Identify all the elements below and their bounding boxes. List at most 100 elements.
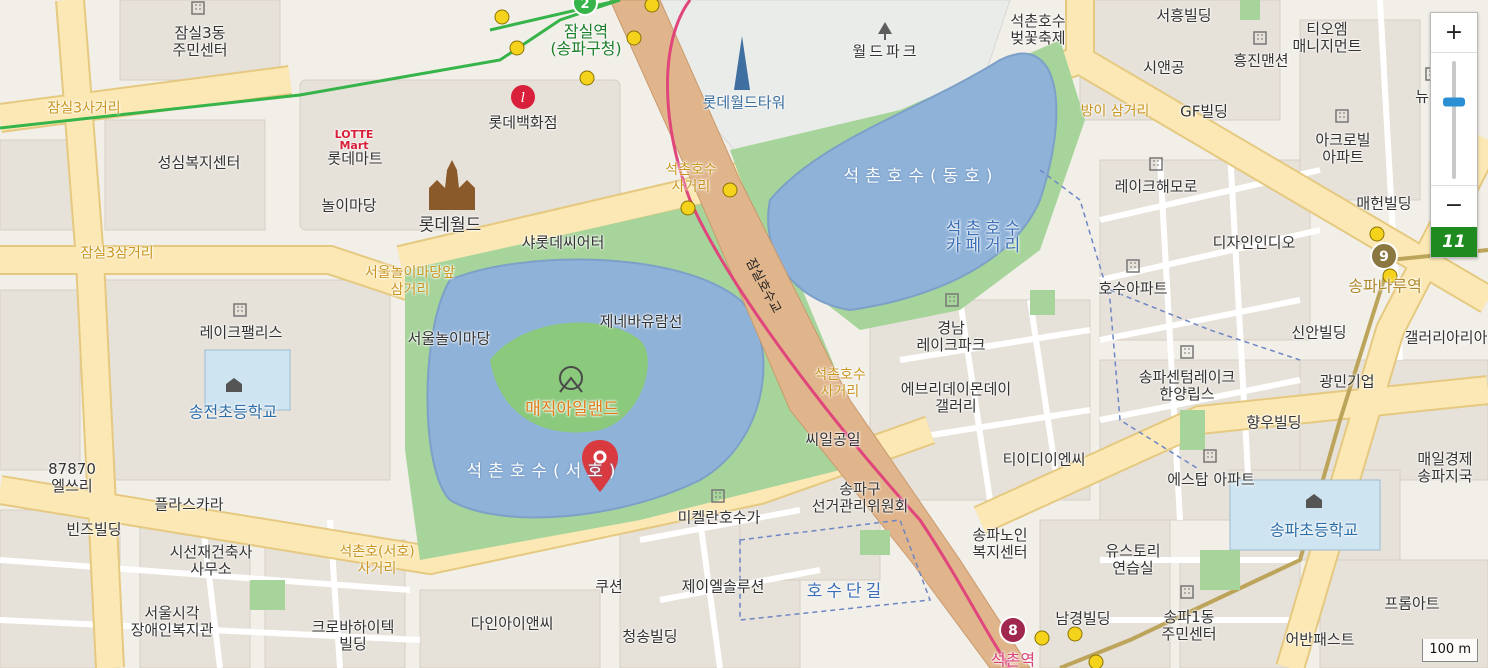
label-seokchon-west[interactable]: 석촌호(서호) 사거리 (339, 544, 414, 578)
label-lotte-mart-logo: LOTTE Mart (334, 128, 374, 152)
label-lake-west[interactable]: 석촌호수(서호) (466, 463, 621, 481)
label-prometh[interactable]: 프롬아트 (1384, 595, 1439, 613)
label-every[interactable]: 에브리데이몬데이 갤러리 (901, 381, 1011, 415)
label-jayel[interactable]: 제이엘솔루션 (682, 578, 765, 596)
building-icon (1180, 585, 1194, 599)
label-magic-island[interactable]: 매직아일랜드 (525, 401, 619, 419)
station-9-marker[interactable]: 9 (1368, 240, 1400, 272)
zoom-out-button[interactable]: − (1431, 185, 1477, 225)
label-croba[interactable]: 크로바하이텍 빌딩 (312, 619, 395, 653)
label-charlotte[interactable]: 샤롯데씨어터 (522, 234, 605, 252)
building-icon (1126, 259, 1140, 273)
label-youstory[interactable]: 유스토리 연습실 (1105, 543, 1160, 577)
label-siangong[interactable]: 시앤공 (1143, 59, 1184, 77)
label-sisun[interactable]: 시선재건축사 사무소 (170, 544, 253, 578)
label-jamsil3dong[interactable]: 잠실3동 주민센터 (172, 25, 227, 59)
label-lotte-dept[interactable]: 롯데백화점 (488, 114, 557, 132)
label-heungjin[interactable]: 흥진맨션 (1233, 52, 1288, 70)
label-michelan[interactable]: 미켈란호수가 (678, 509, 761, 527)
label-lotte-world-tower[interactable]: 롯데월드타워 (703, 94, 786, 112)
label-gyeongnam[interactable]: 경남 레이크파크 (916, 320, 985, 354)
label-songpa-elder[interactable]: 송파노인 복지센터 (972, 527, 1027, 561)
building-icon (945, 293, 959, 307)
station-2-marker[interactable]: 2 (570, 0, 600, 18)
label-nolimadang-x[interactable]: 서울놀이마당앞 삼거리 (365, 265, 455, 299)
label-seoheung[interactable]: 서흥빌딩 (1156, 7, 1211, 25)
label-binz[interactable]: 빈즈빌딩 (66, 521, 121, 539)
label-dinai[interactable]: 다인아이앤씨 (471, 615, 554, 633)
building-icon (711, 489, 725, 503)
label-seokchon-station[interactable]: 석촌역 (991, 652, 1035, 668)
map-canvas[interactable]: 2 8 9 l 잠실3동 주민센터 잠실역 (송파구청) 롯데백화점 LOTTE… (0, 0, 1488, 668)
label-lotte-world[interactable]: 롯데월드 (419, 217, 482, 235)
label-hosu-danji[interactable]: 호수단길 (807, 583, 886, 601)
school-icon-2 (1306, 494, 1322, 508)
label-jamsil3-3[interactable]: 잠실3삼거리 (80, 246, 153, 263)
label-lake-east[interactable]: 석촌호수(동호) (843, 168, 998, 186)
label-lake-cafe[interactable]: 석촌호수 카페거리 (946, 221, 1025, 255)
label-plaskara[interactable]: 플라스카라 (154, 496, 223, 514)
label-jamsil3-4[interactable]: 잠실3사거리 (47, 101, 120, 118)
station-2-number: 2 (580, 0, 589, 12)
label-seokchon-south[interactable]: 석촌호수 사거리 (814, 367, 866, 401)
building-icon (1253, 31, 1267, 45)
zoom-slider-track[interactable] (1452, 61, 1456, 179)
label-elssuri[interactable]: 87870 엘쓰리 (48, 461, 96, 495)
building-icon (1203, 449, 1217, 463)
label-estop[interactable]: 에스탑 아파트 (1167, 471, 1255, 489)
label-lake-hemore[interactable]: 레이크해모로 (1115, 178, 1198, 196)
lotte-logo-icon: l (511, 85, 535, 109)
label-bangi[interactable]: 방이 삼거리 (1081, 104, 1150, 121)
label-seokchon-fest[interactable]: 석촌호수 벚꽃축제 (1010, 13, 1065, 47)
label-seoul-sigak[interactable]: 서울시각 장애인복지관 (131, 605, 214, 639)
label-seokchon-north[interactable]: 석촌호수 사거리 (665, 162, 717, 196)
station-8-marker[interactable]: 8 (997, 614, 1029, 646)
building-icon (191, 1, 205, 15)
label-maeil[interactable]: 매일경제 송파지국 (1417, 451, 1472, 485)
label-gallery-ai[interactable]: 갤러리아리아 (1405, 329, 1488, 347)
station-9-number: 9 (1379, 249, 1389, 265)
label-songpa-election[interactable]: 송파구 선거관리위원회 (812, 481, 909, 515)
label-namgyeong[interactable]: 남경빌딩 (1055, 610, 1110, 628)
label-lotte-mart[interactable]: 롯데마트 (327, 150, 382, 168)
label-cheongsong[interactable]: 청송빌딩 (622, 628, 677, 646)
label-design[interactable]: 디자인인디오 (1213, 234, 1296, 252)
building-icon (1180, 345, 1194, 359)
label-maehun[interactable]: 매헌빌딩 (1356, 195, 1411, 213)
zoom-control: + − 11 (1430, 12, 1478, 258)
label-hosu-apt[interactable]: 호수아파트 (1098, 280, 1167, 298)
label-seoul-nolimadang[interactable]: 서울놀이마당 (408, 330, 491, 348)
school-icon (226, 378, 242, 392)
label-ssiil[interactable]: 씨일공일 (805, 431, 860, 449)
tree-icon (878, 22, 892, 40)
label-tiem[interactable]: 티오엠 매니지먼트 (1292, 21, 1361, 55)
label-songjeon-school[interactable]: 송전초등학교 (189, 404, 277, 421)
label-songpa-center[interactable]: 송파센텀레이크 한양립스 (1139, 369, 1236, 403)
station-8-number: 8 (1008, 623, 1018, 639)
label-nolimadang[interactable]: 놀이마당 (321, 197, 376, 215)
zoom-in-button[interactable]: + (1431, 13, 1477, 53)
label-hyangwoo[interactable]: 향우빌딩 (1246, 414, 1301, 432)
label-jamsil-station[interactable]: 잠실역 (송파구청) (550, 23, 621, 57)
label-acro[interactable]: 아크로빌 아파트 (1315, 132, 1370, 166)
zoom-level-indicator: 11 (1431, 227, 1477, 257)
label-world-park[interactable]: 월드파크 (852, 43, 919, 61)
label-geneva[interactable]: 제네바유람선 (600, 313, 683, 331)
label-sinan[interactable]: 신안빌딩 (1291, 324, 1346, 342)
label-songpa-school[interactable]: 송파초등학교 (1270, 522, 1358, 539)
zoom-slider-handle[interactable] (1443, 97, 1465, 107)
ferris-wheel-icon (559, 366, 583, 393)
castle-icon (429, 160, 475, 210)
label-gf[interactable]: GF빌딩 (1180, 103, 1228, 121)
label-cushion[interactable]: 쿠션 (595, 578, 623, 596)
label-songpa1[interactable]: 송파1동 주민센터 (1161, 609, 1216, 643)
label-lake-palace[interactable]: 레이크팰리스 (200, 324, 283, 342)
label-opass[interactable]: 어반패스트 (1285, 631, 1354, 649)
label-songpanaru-station[interactable]: 송파나루역 (1348, 278, 1422, 295)
label-seongsim[interactable]: 성심복지센터 (158, 154, 241, 172)
building-icon (233, 303, 247, 317)
building-icon (1335, 109, 1349, 123)
label-tidi[interactable]: 티이디이엔씨 (1003, 451, 1086, 469)
lotte-tower-icon (734, 36, 750, 90)
label-gwangmin[interactable]: 광민기업 (1319, 373, 1374, 391)
